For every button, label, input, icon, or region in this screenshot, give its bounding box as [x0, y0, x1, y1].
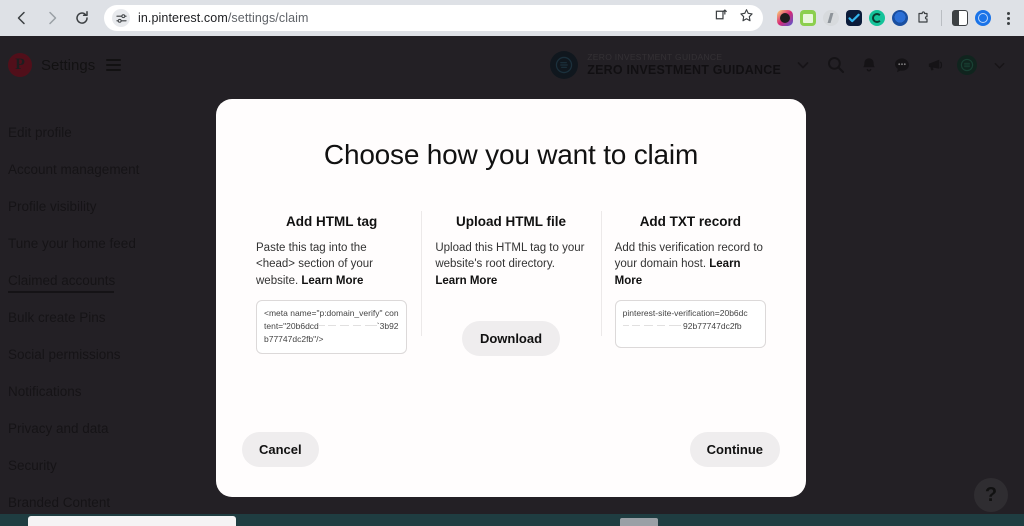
forward-button[interactable]	[38, 4, 66, 32]
install-app-button[interactable]	[711, 7, 733, 29]
extension-puzzle-icon[interactable]	[915, 10, 931, 26]
claim-options: Add HTML tag Paste this tag into the <he…	[240, 211, 782, 356]
code-line-1: <meta name="p:domain_verify"	[264, 307, 383, 318]
url-path: /settings/claim	[227, 11, 309, 25]
option-description: Upload this HTML tag to your website's r…	[435, 240, 586, 289]
extensions-strip	[767, 9, 1016, 27]
back-button[interactable]	[8, 4, 36, 32]
redacted-token	[622, 319, 681, 333]
learn-more-link[interactable]: Learn More	[435, 275, 497, 287]
question-mark-icon: ?	[984, 483, 998, 506]
html-meta-tag-code[interactable]: <meta name="p:domain_verify" content="20…	[256, 299, 408, 354]
three-dot-menu-icon[interactable]	[1000, 9, 1016, 27]
claim-option-html-file[interactable]: Upload HTML file Upload this HTML tag to…	[421, 211, 600, 356]
split-view-icon[interactable]	[952, 10, 968, 26]
redacted-token	[318, 319, 377, 333]
option-title: Add TXT record	[639, 214, 741, 229]
back-arrow-icon	[14, 10, 30, 26]
extension-flash-icon[interactable]	[823, 10, 839, 26]
url-text: in.pinterest.com/settings/claim	[138, 11, 709, 25]
learn-more-link[interactable]: Learn More	[301, 275, 363, 287]
code-line-2-pre: verification=20b6dc	[674, 307, 748, 318]
bookmark-button[interactable]	[735, 7, 757, 29]
code-line-3: 92b77747dc2fb	[683, 320, 742, 331]
forward-arrow-icon	[44, 10, 60, 26]
modal-title: Choose how you want to claim	[323, 139, 699, 170]
extension-instagram-icon[interactable]	[777, 10, 793, 26]
taskbar-window-preview[interactable]	[28, 516, 236, 526]
code-line-1: pinterest-site-	[622, 307, 675, 318]
reload-icon	[74, 10, 90, 26]
help-button[interactable]: ?	[974, 478, 1008, 512]
bookmark-star-icon	[739, 8, 754, 28]
code-line-3: b77747dc2fb"/>	[264, 333, 324, 344]
reload-button[interactable]	[68, 4, 96, 32]
option-description-text: Upload this HTML tag to your website's r…	[435, 242, 585, 271]
profile-avatar-icon[interactable]	[975, 10, 991, 26]
txt-record-code[interactable]: pinterest-site-verification=20b6dc 92b77…	[614, 299, 766, 348]
extension-grammarly-icon[interactable]	[869, 10, 885, 26]
address-bar[interactable]: in.pinterest.com/settings/claim	[104, 5, 763, 31]
claim-option-txt-record[interactable]: Add TXT record Add this verification rec…	[600, 211, 780, 356]
option-description: Paste this tag into the <head> section o…	[256, 240, 407, 289]
page-info-icon[interactable]	[112, 9, 130, 27]
option-description-text: Add this verification record to your dom…	[614, 242, 763, 271]
os-taskbar	[0, 514, 1024, 526]
extension-todo-icon[interactable]	[846, 10, 862, 26]
toolbar-divider	[941, 10, 942, 26]
continue-button[interactable]: Continue	[689, 432, 780, 467]
extension-printer-icon[interactable]	[800, 10, 816, 26]
option-description: Add this verification record to your dom…	[615, 240, 766, 289]
modal-footer: Cancel Continue	[240, 432, 782, 497]
browser-toolbar: in.pinterest.com/settings/claim	[0, 0, 1024, 36]
claim-option-html-tag[interactable]: Add HTML tag Paste this tag into the <he…	[242, 214, 421, 356]
taskbar-chip[interactable]	[620, 518, 658, 526]
option-title: Add HTML tag	[286, 214, 378, 229]
download-button[interactable]: Download	[461, 320, 561, 356]
pinterest-settings-page: P Settings ZERO INVESTMENT GUIDANCE ZERO…	[0, 36, 1024, 526]
code-line-2-post: `3b92	[376, 320, 399, 331]
extension-blue-dot-icon[interactable]	[892, 10, 908, 26]
url-host: in.pinterest.com	[138, 11, 228, 25]
install-app-icon	[715, 8, 730, 28]
claim-method-modal: Choose how you want to claim Add HTML ta…	[216, 99, 806, 497]
option-title: Upload HTML file	[455, 214, 566, 229]
cancel-button[interactable]: Cancel	[242, 432, 319, 467]
